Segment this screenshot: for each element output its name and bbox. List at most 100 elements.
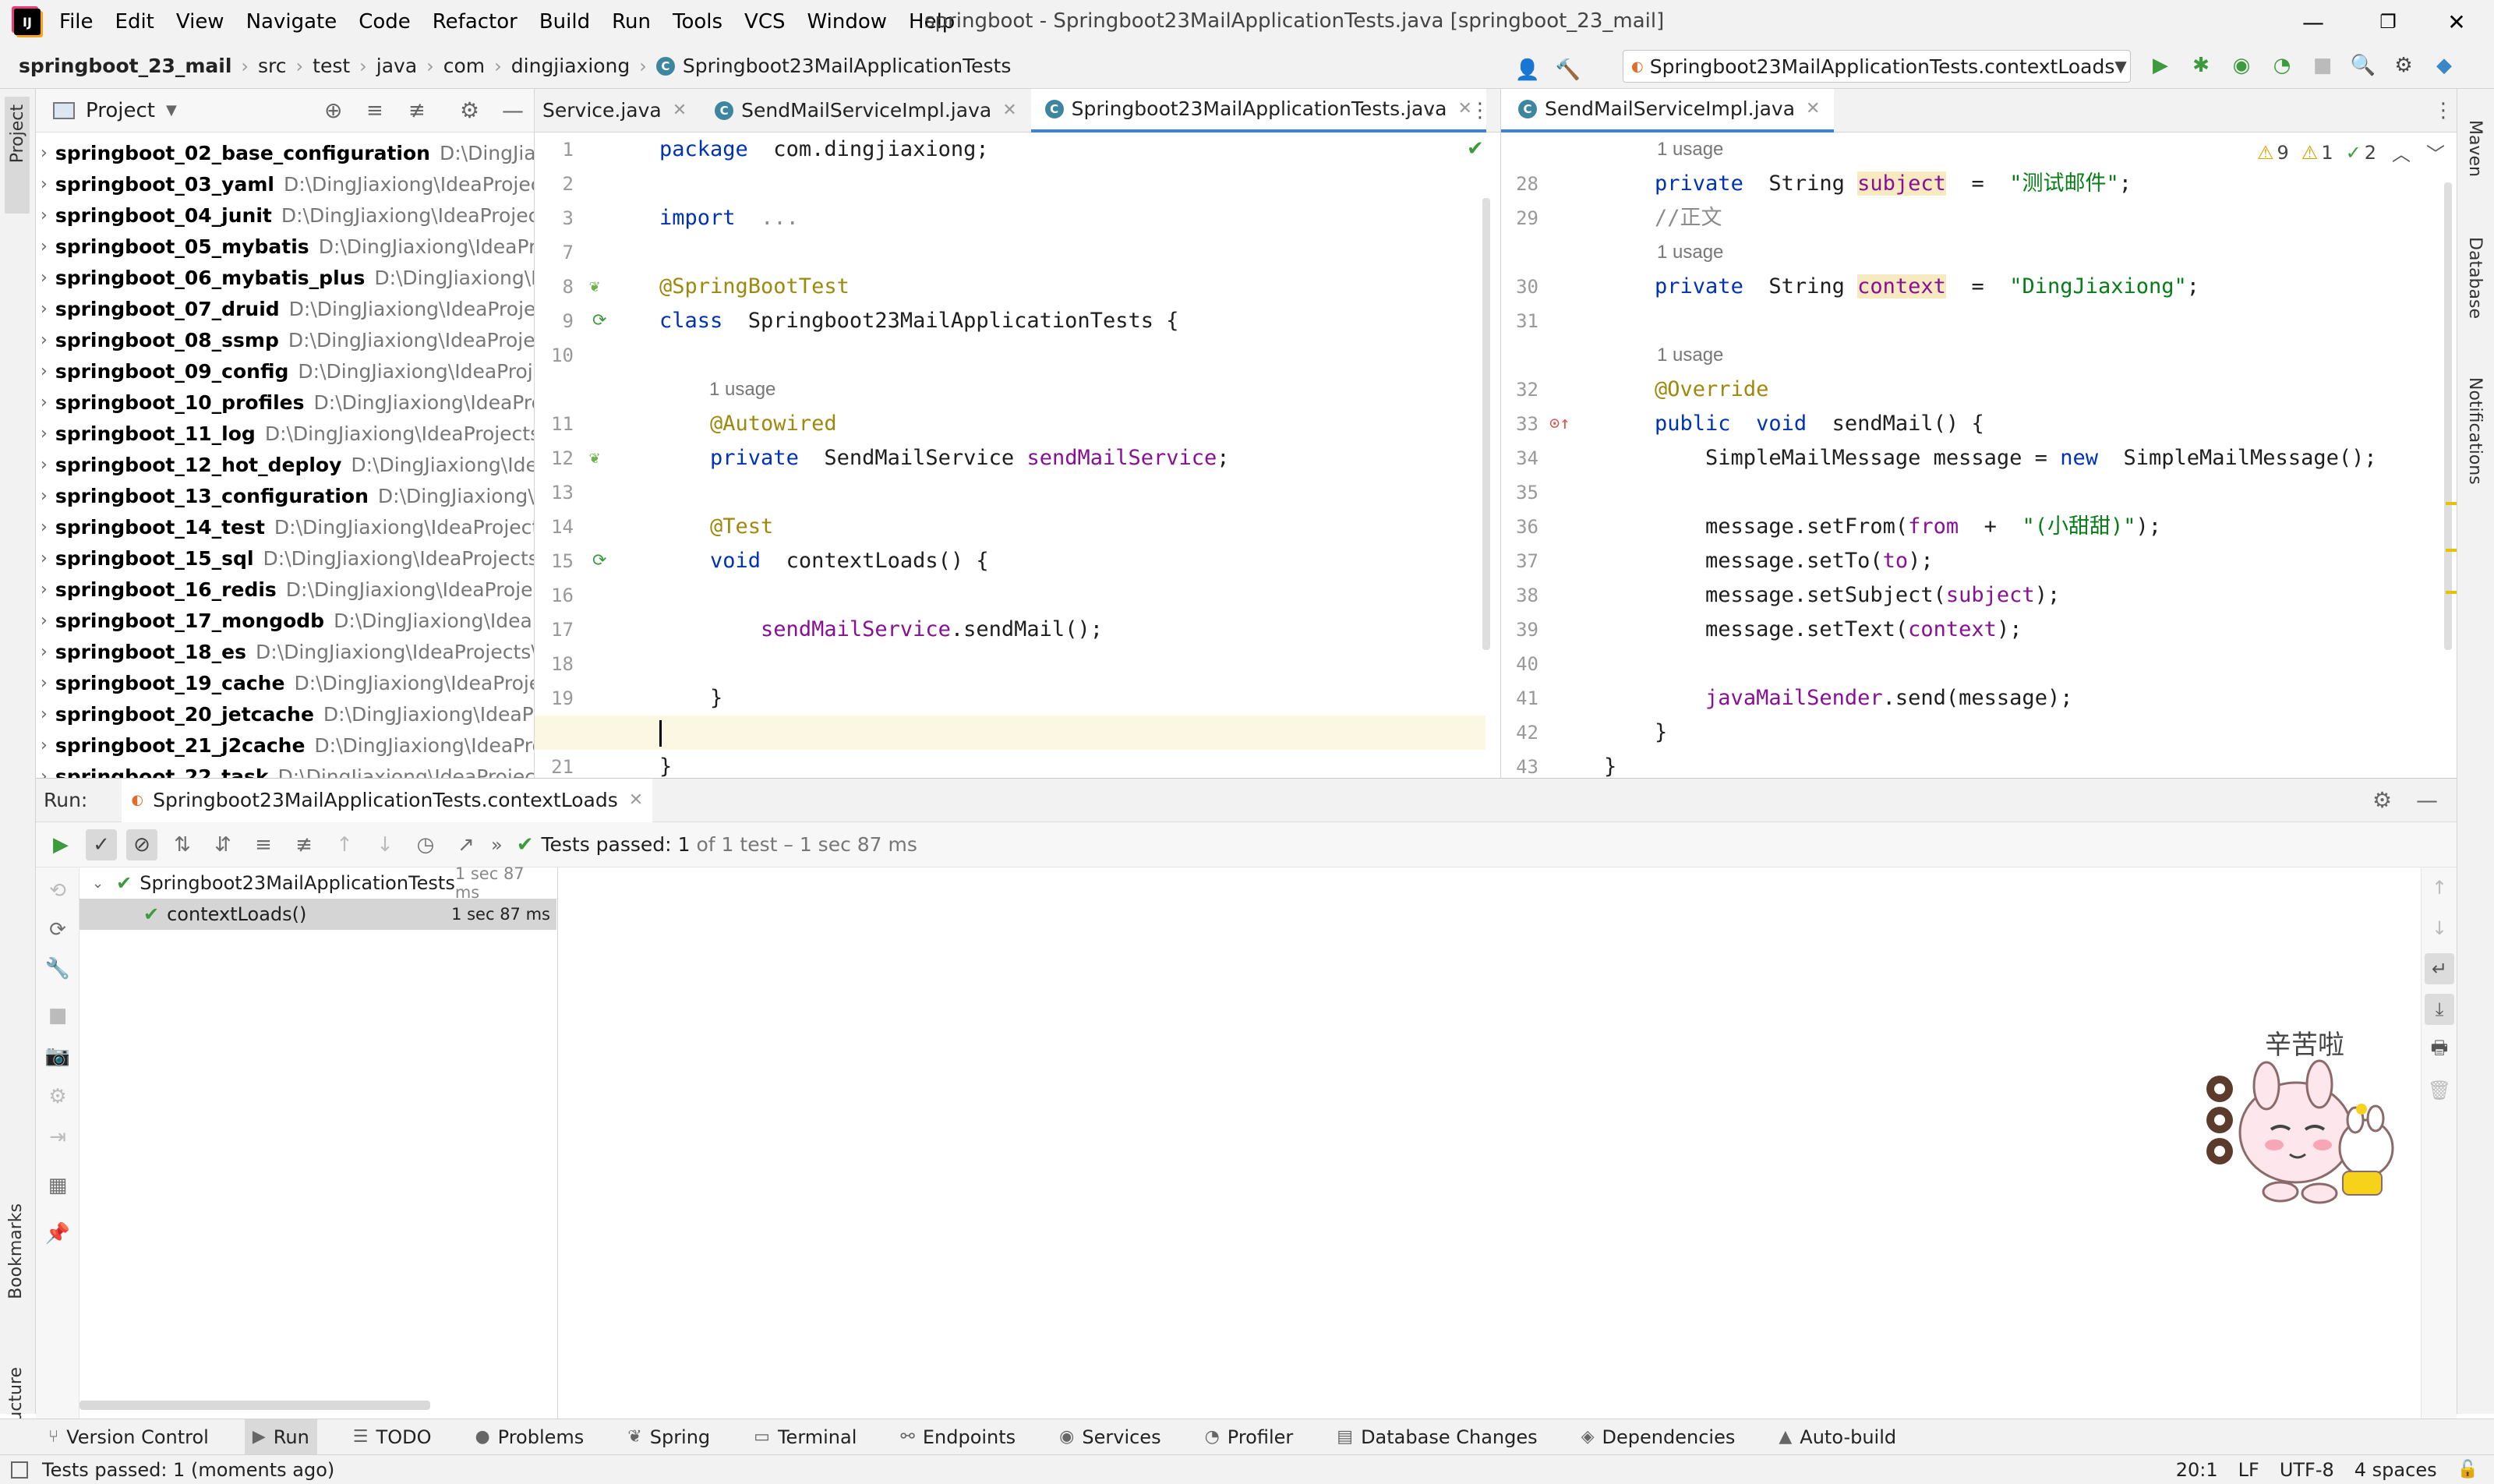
exit-icon[interactable]: ⇥ (42, 1122, 73, 1153)
breadcrumb-item[interactable]: springboot_23_mail (19, 55, 231, 77)
rerun-icon[interactable]: ▶ (45, 829, 76, 860)
next-failed-icon[interactable]: ↓ (369, 829, 401, 860)
locate-icon[interactable]: ⊕ (324, 97, 342, 123)
menu-vcs[interactable]: VCS (744, 10, 785, 34)
chevron-right-icon[interactable]: › (41, 143, 48, 163)
tool-tab-version-control[interactable]: ⑂ Version Control (41, 1419, 217, 1455)
project-tree-item[interactable]: › springboot_16_redis D:\DingJiaxiong\Idea… (36, 574, 534, 605)
breadcrumb-item[interactable]: Springboot23MailApplicationTests (683, 55, 1011, 77)
tool-tab-endpoints[interactable]: ⚯ Endpoints (892, 1419, 1023, 1455)
project-tree-item[interactable]: › springboot_21_j2cache D:\DingJiaxiong\Id… (36, 730, 534, 761)
tool-tab-dependencies[interactable]: ◈ Dependencies (1574, 1419, 1743, 1455)
project-tree-item[interactable]: › springboot_15_sql D:\DingJiaxiong\IdeaPr… (36, 542, 534, 574)
chevron-right-icon[interactable]: › (41, 268, 48, 288)
sort-duration-icon[interactable]: ⇵ (207, 829, 238, 860)
tool-tab-database-changes[interactable]: ▤ Database Changes (1329, 1419, 1545, 1455)
indent-setting[interactable]: 4 spaces (2354, 1459, 2437, 1481)
minimize-icon[interactable]: — (2276, 0, 2351, 44)
chevron-right-icon[interactable]: › (41, 705, 48, 724)
soft-wrap-icon[interactable]: ↵ (2425, 953, 2454, 984)
chevron-right-icon[interactable]: › (41, 299, 48, 319)
menu-code[interactable]: Code (359, 10, 411, 34)
project-tree-item[interactable]: › springboot_06_mybatis_plus D:\DingJiaxio… (36, 262, 534, 293)
tool-tab-auto-build[interactable]: ▲ Auto-build (1771, 1419, 1904, 1455)
debug-icon[interactable]: ✱ (2185, 50, 2217, 81)
build-hammer-icon[interactable]: 🔨 (1553, 55, 1584, 86)
clear-trash-icon[interactable]: 🗑 (2426, 1075, 2453, 1106)
chevron-right-icon[interactable]: › (41, 330, 48, 350)
file-encoding[interactable]: UTF-8 (2280, 1459, 2334, 1481)
tool-tab-todo[interactable]: ☰ TODO (345, 1419, 440, 1455)
sort-alpha-icon[interactable]: ⇅ (167, 829, 198, 860)
usage-hint[interactable]: 1 usage (1604, 338, 2415, 373)
test-suite-row[interactable]: ⌄ ✔ Springboot23MailApplicationTests 1 s… (79, 864, 556, 902)
chevron-right-icon[interactable]: › (41, 486, 48, 506)
project-tree-item[interactable]: › springboot_19_cache D:\DingJiaxiong\Idea… (36, 667, 534, 698)
override-method-icon[interactable]: ⊙↑ (1549, 407, 1570, 441)
toggle-auto-test-icon[interactable]: ⟳ (42, 914, 73, 945)
breadcrumb-item[interactable]: java (376, 55, 417, 77)
line-separator[interactable]: LF (2238, 1459, 2259, 1481)
history-icon[interactable]: ◷ (410, 829, 441, 860)
show-ignored-icon[interactable]: ⊘ (126, 829, 157, 860)
breadcrumb-item[interactable]: dingjiaxiong (511, 55, 631, 77)
close-tab-icon[interactable]: ✕ (1002, 101, 1016, 120)
chevron-right-icon[interactable]: › (41, 736, 48, 755)
breadcrumb-item[interactable]: src (258, 55, 287, 77)
tool-tab-run[interactable]: ▶ Run (244, 1419, 317, 1455)
more-actions-icon[interactable]: » (491, 834, 503, 856)
chevron-right-icon[interactable]: › (41, 767, 48, 779)
close-tab-icon[interactable]: ✕ (673, 101, 687, 120)
restore-icon[interactable]: ❐ (2351, 0, 2425, 44)
hide-panel-icon[interactable]: — (502, 97, 524, 123)
chevron-right-icon[interactable]: › (41, 518, 48, 537)
run-tab[interactable]: ◐ Springboot23MailApplicationTests.conte… (122, 778, 653, 822)
expand-all-icon[interactable]: ≡ (366, 99, 383, 122)
project-tree-item[interactable]: › springboot_11_log D:\DingJiaxiong\IdeaPr… (36, 418, 534, 449)
run-configuration-select[interactable]: ◐ Springboot23MailApplicationTests.conte… (1623, 50, 2131, 83)
tool-tab-spring[interactable]: ❦ Spring (620, 1419, 718, 1455)
status-window-icon[interactable] (11, 1461, 28, 1479)
previous-failed-icon[interactable]: ↑ (329, 829, 360, 860)
close-tab-icon[interactable]: ✕ (1806, 99, 1820, 118)
print-icon[interactable]: 🖶 (2426, 1034, 2453, 1065)
menu-edit[interactable]: Edit (115, 10, 154, 34)
menu-run[interactable]: Run (612, 10, 651, 34)
plugin-icon[interactable]: ◆ (2429, 50, 2460, 81)
notifications-tool-label[interactable]: Notifications (2465, 377, 2485, 485)
user-icon[interactable]: 👤 (1512, 55, 1543, 86)
spring-bean-icon[interactable]: ❦ (589, 270, 599, 304)
chevron-down-icon[interactable]: ﹀ (2426, 139, 2445, 166)
bookmarks-tool-label[interactable]: Bookmarks (6, 1203, 26, 1299)
project-tree-item[interactable]: › springboot_13_configuration D:\DingJiaxi… (36, 480, 534, 511)
project-tool-tab[interactable]: Project (5, 97, 30, 214)
project-tree-item[interactable]: › springboot_17_mongodb D:\DingJiaxiong\Id… (36, 605, 534, 636)
project-tree-item[interactable]: › springboot_08_ssmp D:\DingJiaxiong\IdeaP… (36, 324, 534, 355)
menu-view[interactable]: View (176, 10, 224, 34)
warning-stripe[interactable] (2446, 549, 2457, 552)
editor-scrollbar[interactable] (2444, 182, 2452, 650)
tool-tab-services[interactable]: ◉ Services (1051, 1419, 1168, 1455)
stop-icon[interactable]: ■ (2307, 50, 2338, 81)
chevron-right-icon[interactable]: › (41, 393, 48, 412)
menu-tools[interactable]: Tools (673, 10, 722, 34)
menu-build[interactable]: Build (539, 10, 590, 34)
project-tree-item[interactable]: › springboot_04_junit D:\DingJiaxiong\Idea… (36, 200, 534, 231)
project-tree-item[interactable]: › springboot_22_task D:\DingJiaxiong\IdeaP… (36, 761, 534, 779)
rerun-failed-icon[interactable]: ⟲ (42, 875, 73, 906)
menu-refactor[interactable]: Refactor (433, 10, 518, 34)
close-tab-icon[interactable]: ✕ (629, 790, 643, 810)
caret-position[interactable]: 20:1 (2176, 1459, 2218, 1481)
warning-stripe[interactable] (2446, 502, 2457, 505)
chevron-right-icon[interactable]: › (41, 362, 48, 381)
spring-bean-icon[interactable]: ❦ (589, 441, 599, 475)
tab-sendmailserviceimpl[interactable]: C SendMailServiceImpl.java ✕ (1501, 89, 1835, 132)
no-problems-check-icon[interactable]: ✔ (1467, 137, 1484, 161)
chevron-right-icon[interactable]: › (41, 611, 48, 631)
settings-gear-icon[interactable]: ⚙ (2388, 50, 2419, 81)
stop-icon[interactable]: ■ (42, 1000, 73, 1031)
code-area[interactable]: package com.dingjiaxiong; import ... @Spri… (535, 132, 1485, 778)
chevron-right-icon[interactable]: › (41, 455, 48, 475)
coverage-icon[interactable]: ◉ (2226, 50, 2257, 81)
menu-file[interactable]: File (59, 10, 94, 34)
